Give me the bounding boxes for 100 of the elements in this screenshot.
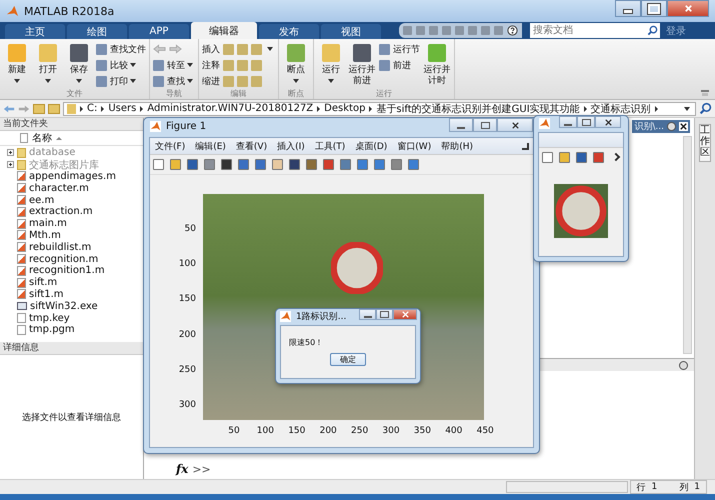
ribbon-button[interactable]: 打印 [96, 74, 138, 88]
toolbar-icon[interactable] [223, 44, 234, 54]
script-file-icon [17, 266, 26, 276]
close-icon[interactable] [679, 122, 688, 131]
menu-item[interactable]: 文件(F) [155, 140, 186, 152]
file-name[interactable]: tmp.key [29, 312, 70, 324]
ribbon-tab[interactable]: 绘图 [67, 24, 127, 39]
minimize-button[interactable] [615, 0, 641, 17]
expand-icon[interactable] [7, 149, 14, 156]
file-name[interactable]: tmp.pgm [29, 324, 75, 336]
ribbon-button[interactable]: 查找文件 [96, 42, 146, 56]
file-name[interactable]: recognition1.m [29, 265, 105, 276]
file-name[interactable]: character.m [29, 182, 89, 194]
ribbon-button[interactable]: 比较 [96, 58, 138, 72]
x-tick-label: 50 [228, 426, 240, 436]
menu-item[interactable]: 编辑(E) [195, 140, 226, 152]
row-value: 1 [652, 482, 658, 492]
menu-item[interactable]: 帮助(H) [441, 140, 473, 152]
back-arrow-icon[interactable] [153, 44, 166, 54]
file-name[interactable]: sift.m [29, 277, 58, 288]
script-file-icon [17, 206, 26, 217]
maximize-button[interactable] [473, 118, 497, 132]
ribbon-button[interactable]: 查找 [153, 74, 195, 88]
maximize-button[interactable] [641, 0, 667, 17]
ribbon-button[interactable]: 新建 [3, 42, 31, 89]
minimize-button[interactable] [559, 116, 577, 128]
minimize-button[interactable] [359, 309, 376, 320]
ribbon-tab[interactable]: 编辑器 [191, 22, 257, 39]
command-prompt: >> [192, 463, 211, 476]
ribbon-tab[interactable]: APP [129, 24, 189, 39]
minimize-button[interactable] [449, 118, 473, 132]
toolbar-icon[interactable] [223, 76, 234, 86]
menu-item[interactable]: 插入(I) [277, 140, 305, 152]
search-field[interactable]: 搜索文档 [530, 22, 645, 38]
path-segment[interactable]: C: [87, 103, 98, 114]
file-name[interactable]: extraction.m [29, 206, 93, 218]
file-name[interactable]: main.m [29, 218, 67, 230]
path-segment[interactable]: 基于sift的交通标志识别并创建GUI实现其功能 [376, 102, 580, 116]
close-icon [510, 120, 520, 130]
ribbon-button[interactable]: 前进 [379, 58, 411, 72]
search-icon[interactable] [699, 102, 712, 115]
ribbon-tab[interactable]: 发布 [259, 24, 319, 39]
file-name[interactable]: appendimages.m [29, 170, 116, 182]
toolbar-icon[interactable] [237, 60, 248, 70]
file-name[interactable]: sift1.m [29, 288, 64, 300]
ribbon-tab[interactable]: 视图 [321, 24, 381, 39]
workspace-tab[interactable]: 工作区 [699, 124, 711, 162]
path-segment[interactable]: Users [108, 103, 136, 114]
toolbar-icon [379, 44, 390, 54]
address-bar[interactable]: C: Users Administrator.WIN7U-20180127Z Desktop 基于sift的交通标志识别并创建GUI实现其功能 交通标志识别 [63, 102, 696, 116]
column-header[interactable]: 名称 [0, 131, 143, 146]
path-segment[interactable]: Desktop [324, 103, 366, 114]
y-tick-label: 50 [184, 224, 196, 234]
toolbar-icon[interactable] [251, 44, 262, 54]
forward-arrow-icon[interactable] [18, 104, 30, 114]
search-icon[interactable] [645, 22, 660, 38]
ribbon-button[interactable]: 运行并前进 [348, 42, 376, 89]
menu-item[interactable]: 桌面(D) [355, 140, 388, 152]
forward-arrow-icon[interactable] [169, 44, 182, 54]
maximize-button[interactable] [577, 116, 595, 128]
dropdown-icon[interactable] [667, 122, 676, 131]
toolbar-icon[interactable] [251, 60, 262, 70]
menu-item[interactable]: 窗口(W) [397, 140, 432, 152]
dropdown-icon[interactable] [679, 360, 688, 370]
toolbar-icon[interactable] [237, 44, 248, 54]
ribbon-button[interactable]: 运行 [317, 42, 345, 89]
ribbon-button[interactable]: 打开 [34, 42, 62, 89]
collapse-icon[interactable] [701, 90, 709, 96]
help-icon[interactable] [507, 25, 518, 36]
path-segment[interactable]: 交通标志识别 [590, 102, 651, 116]
y-tick-label: 250 [178, 364, 196, 375]
toolbar-icon[interactable] [237, 76, 248, 86]
ribbon-button[interactable]: 运行并计时 [423, 42, 451, 89]
function-browser-button[interactable]: fx [176, 462, 188, 476]
back-arrow-icon[interactable] [3, 104, 15, 114]
dialog-message: 限速50！ [289, 337, 324, 348]
path-segment[interactable]: Administrator.WIN7U-20180127Z [147, 103, 314, 114]
ribbon-tab[interactable]: 主页 [5, 24, 65, 39]
expand-icon[interactable] [7, 161, 14, 168]
toolbar-icon[interactable] [223, 60, 234, 70]
file-name[interactable]: siftWin32.exe [30, 300, 98, 312]
ribbon-button[interactable]: 保存 [65, 42, 93, 89]
login-link[interactable]: 登录 [666, 24, 686, 38]
close-button[interactable] [497, 118, 533, 132]
ribbon-button[interactable]: 断点 [282, 42, 310, 89]
close-button[interactable] [595, 116, 621, 128]
maximize-button[interactable] [376, 309, 393, 320]
script-file-icon [17, 171, 26, 182]
file-name[interactable]: Mth.m [29, 230, 61, 241]
ribbon-button[interactable]: 运行节 [379, 42, 420, 56]
ok-button[interactable]: 确定 [330, 353, 366, 366]
toolbar-icon[interactable] [251, 76, 262, 86]
menu-item[interactable]: 工具(T) [314, 140, 346, 152]
ribbon-button[interactable]: 转至 [153, 58, 195, 72]
scrollbar[interactable] [683, 136, 692, 354]
file-name[interactable]: ee.m [29, 194, 54, 206]
file-name[interactable]: rebuildlist.m [29, 242, 92, 253]
file-name[interactable]: recognition.m [29, 254, 98, 265]
menu-item[interactable]: 查看(V) [236, 140, 268, 152]
dock-arrow-icon[interactable] [522, 142, 529, 150]
